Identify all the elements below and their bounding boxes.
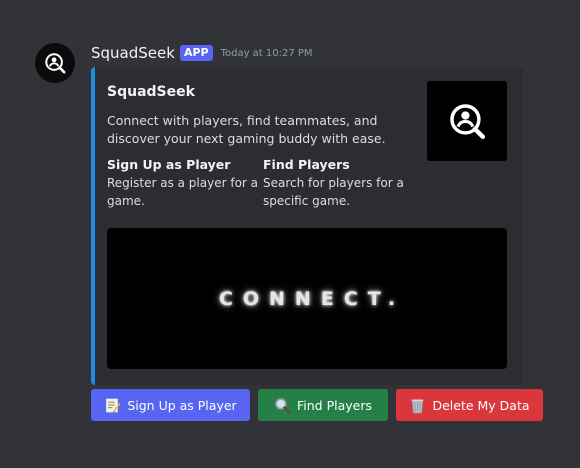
sign-up-as-player-button[interactable]: Sign Up as Player	[91, 389, 250, 421]
bot-avatar[interactable]	[35, 43, 75, 83]
button-label: Delete My Data	[432, 397, 530, 413]
magnifying-glass-icon	[274, 397, 291, 414]
button-label: Find Players	[297, 397, 372, 413]
embed-field-value: Register as a player for a game.	[107, 176, 259, 208]
memo-icon	[104, 397, 121, 414]
app-badge: APP	[179, 45, 213, 61]
embed-field-find-players: Find Players Search for players for a sp…	[263, 156, 415, 210]
embed-field-name: Sign Up as Player	[107, 157, 231, 172]
embed-field-name: Find Players	[263, 157, 350, 172]
embed-description: Connect with players, find teammates, an…	[107, 113, 386, 146]
embed-field-value: Search for players for a specific game.	[263, 176, 404, 208]
embed-image-text: CONNECT.	[218, 287, 406, 310]
button-label: Sign Up as Player	[127, 397, 237, 413]
username[interactable]: SquadSeek	[91, 44, 175, 62]
wastebasket-icon	[409, 397, 426, 414]
message-header: SquadSeek APP Today at 10:27 PM	[91, 44, 313, 62]
timestamp: Today at 10:27 PM	[220, 47, 313, 59]
embed-image[interactable]: CONNECT.	[107, 228, 507, 369]
delete-my-data-button[interactable]: Delete My Data	[396, 389, 543, 421]
embed-title: SquadSeek	[107, 84, 195, 100]
person-search-icon	[450, 104, 486, 140]
message-embed: SquadSeek Connect with players, find tea…	[91, 67, 523, 385]
person-search-icon	[45, 53, 66, 74]
embed-field-sign-up: Sign Up as Player Register as a player f…	[107, 156, 259, 210]
embed-thumbnail[interactable]	[427, 81, 507, 161]
find-players-button[interactable]: Find Players	[258, 389, 388, 421]
